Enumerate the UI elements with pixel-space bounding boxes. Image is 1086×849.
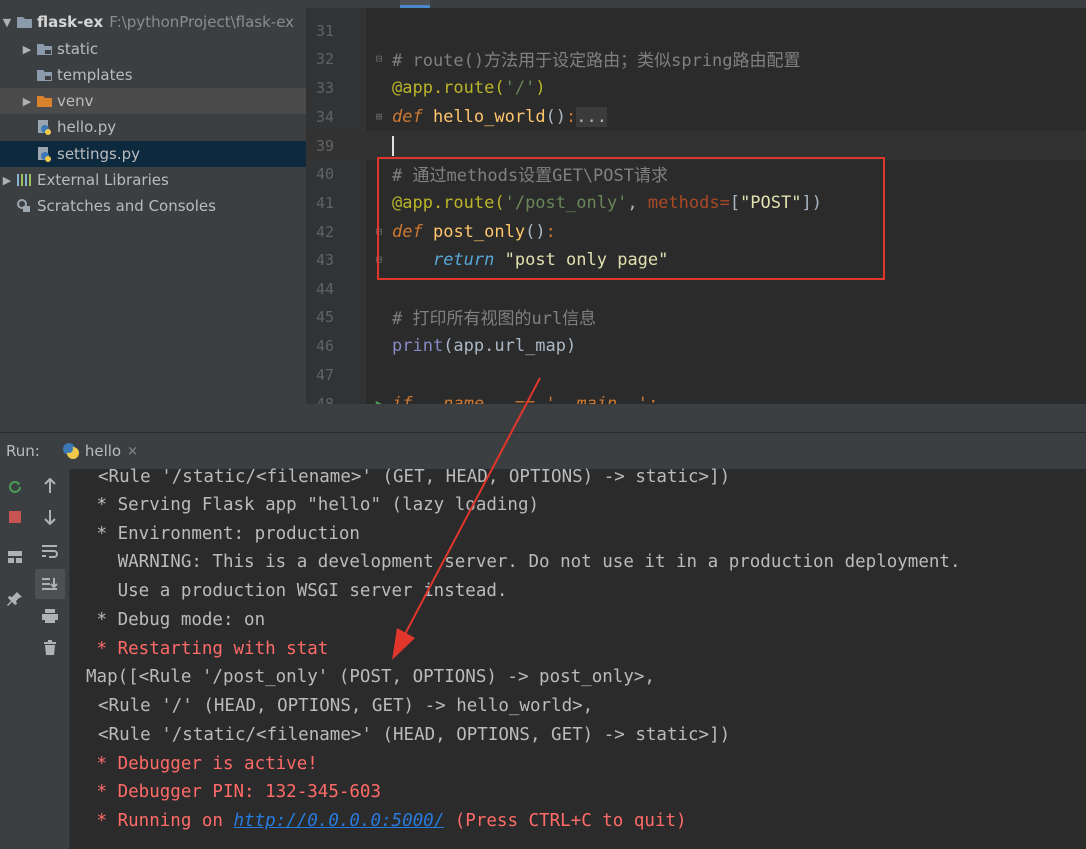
tree-item-label: settings.py [57, 145, 140, 163]
console-line-running: * Running on http://0.0.0.0:5000/ (Press… [86, 810, 687, 831]
console-line: <Rule '/static/<filename>' (GET, HEAD, O… [98, 466, 731, 487]
code-line: 33 @app.route('/') [316, 77, 546, 98]
run-toolbar-secondary [30, 469, 70, 849]
tree-item-static[interactable]: ▶ static [0, 36, 306, 62]
console-line: <Rule '/' (HEAD, OPTIONS, GET) -> hello_… [98, 695, 594, 716]
trash-icon[interactable] [38, 636, 62, 660]
scratches-icon [14, 198, 34, 214]
library-icon [14, 172, 34, 188]
python-file-icon [34, 146, 54, 162]
layout-icon[interactable] [3, 545, 27, 569]
tree-item-label: venv [57, 92, 94, 110]
console-line: Use a production WSGI server instead. [86, 580, 508, 601]
folder-icon [34, 67, 54, 83]
project-tool-window: ▼ flask-ex F:\pythonProject\flask-ex ▶ s… [0, 0, 306, 432]
run-label: Run: [6, 442, 40, 460]
tree-item-venv[interactable]: ▶ venv [0, 88, 306, 114]
arrow-down-icon[interactable] [38, 505, 62, 529]
chevron-right-icon[interactable]: ▶ [0, 174, 14, 187]
console-output[interactable]: <Rule '/static/<filename>' (GET, HEAD, O… [70, 467, 1086, 849]
chevron-right-icon[interactable]: ▶ [20, 43, 34, 56]
panel-splitter[interactable] [306, 404, 1086, 432]
fold-icon: ⊟ [375, 253, 383, 266]
tree-item-templates[interactable]: templates [0, 62, 306, 88]
code-line: 46 print (app.url_map) [316, 335, 577, 356]
console-line: <Rule '/static/<filename>' (HEAD, OPTION… [98, 724, 731, 745]
code-line: 40 # 通过methods设置GET\POST请求 [316, 164, 668, 187]
run-toolbar-primary [0, 469, 30, 849]
arrow-up-icon[interactable] [38, 474, 62, 498]
console-line: * Debug mode: on [86, 609, 266, 630]
console-line: * Restarting with stat [86, 638, 329, 659]
tree-item-label: static [57, 40, 99, 58]
tree-item-label: templates [57, 66, 133, 84]
tree-item-hello-py[interactable]: hello.py [0, 114, 306, 140]
soft-wrap-icon[interactable] [38, 539, 62, 563]
tree-item-label: External Libraries [37, 171, 169, 189]
tree-item-label: Scratches and Consoles [37, 197, 216, 215]
excluded-folder-icon [34, 93, 54, 109]
folded-code[interactable]: ... [576, 106, 608, 127]
code-line: 42 ⊟ def post_only(): [316, 221, 556, 242]
folder-icon [14, 14, 34, 30]
fold-icon: ⊟ [375, 225, 383, 238]
editor-tab-bar [306, 0, 1086, 8]
python-icon [62, 442, 80, 460]
run-tab-label: hello [84, 442, 122, 460]
code-line: 45 # 打印所有视图的url信息 [316, 307, 597, 330]
run-gutter-icon: ▶ [375, 397, 383, 404]
fold-icon: ⊞ [375, 110, 383, 123]
console-line: WARNING: This is a development server. D… [86, 551, 961, 572]
console-line: * Serving Flask app "hello" (lazy loadin… [86, 494, 540, 515]
tree-root-path: F:\pythonProject\flask-ex [109, 13, 295, 31]
code-line: 48 ▶ if __name__ == '__main__': [306, 389, 1086, 405]
code-editor[interactable]: 31 32 ⊟ # route()方法用于设定路由；类似spring路由配置 33… [306, 0, 1086, 404]
tree-external-libraries[interactable]: ▶ External Libraries [0, 167, 306, 193]
tree-scratches[interactable]: Scratches and Consoles [0, 193, 306, 219]
text-caret [392, 135, 394, 156]
pin-icon[interactable] [3, 587, 27, 611]
fold-icon: ⊟ [375, 52, 383, 65]
scroll-to-end-icon[interactable] [35, 569, 65, 599]
code-line: 47 [316, 365, 335, 384]
close-icon[interactable]: × [127, 444, 138, 459]
code-line: 44 [316, 279, 335, 298]
chevron-right-icon[interactable]: ▶ [20, 95, 34, 108]
code-line: 41 @app.route('/post_only', methods =["PO… [316, 192, 822, 213]
console-line: * Debugger is active! [86, 753, 318, 774]
chevron-down-icon[interactable]: ▼ [0, 16, 14, 29]
console-line: Map([<Rule '/post_only' (POST, OPTIONS) … [86, 666, 655, 687]
server-url-link[interactable]: http://0.0.0.0:5000/ [234, 811, 445, 831]
tab-active[interactable] [400, 0, 430, 8]
rerun-icon[interactable] [3, 475, 27, 499]
console-line: * Debugger PIN: 132-345-603 [86, 781, 382, 802]
tree-item-label: hello.py [57, 118, 117, 136]
tree-item-settings-py[interactable]: settings.py [0, 141, 306, 167]
code-line: 43 ⊟ return "post only page" [316, 249, 669, 270]
python-file-icon [34, 119, 54, 135]
console-line: * Environment: production [86, 523, 360, 544]
code-line-current: 39 [306, 131, 1086, 160]
print-icon[interactable] [38, 604, 62, 628]
tree-root-flask-ex[interactable]: ▼ flask-ex F:\pythonProject\flask-ex [0, 9, 306, 35]
code-line: 31 [316, 21, 335, 40]
tree-root-label: flask-ex [37, 13, 104, 31]
code-line: 32 ⊟ # route()方法用于设定路由；类似spring路由配置 [316, 49, 801, 72]
stop-icon[interactable] [3, 505, 27, 529]
folder-icon [34, 41, 54, 57]
code-line: 34 ⊞ def hello_world():... [316, 106, 608, 127]
